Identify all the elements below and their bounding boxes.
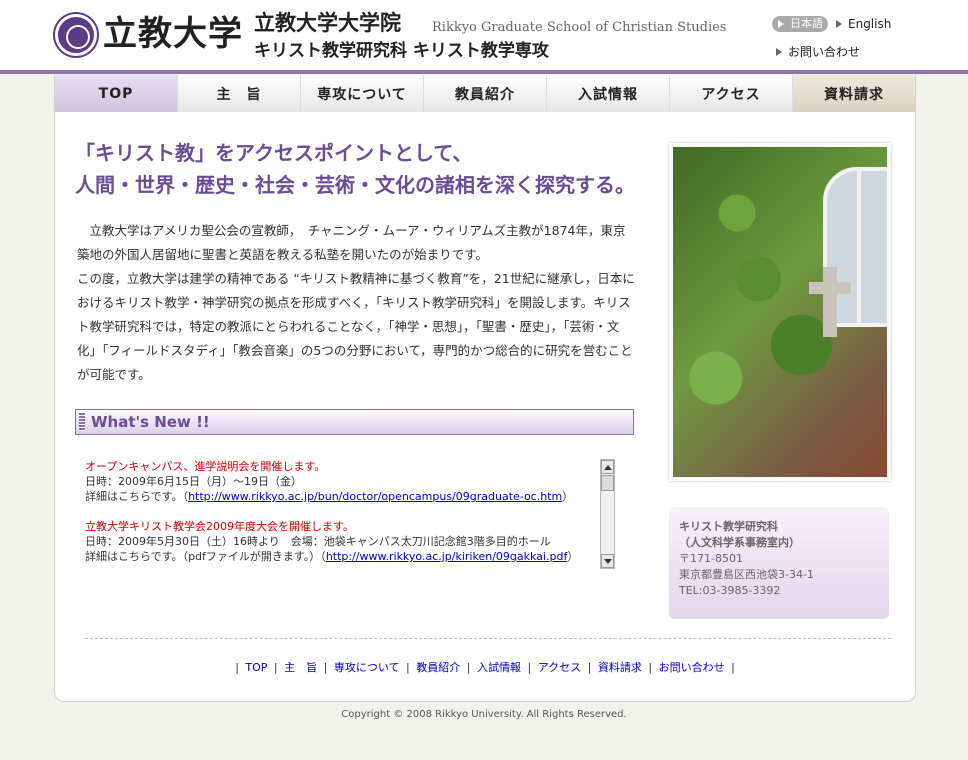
footer-link-access[interactable]: アクセス [538, 661, 581, 674]
news-list[interactable]: オープンキャンパス、進学説明会を開催します。 日時：2009年6月15日（月）～… [85, 459, 600, 569]
office-address: 東京都豊島区西池袋3-34-1 [679, 568, 814, 581]
whats-new-title: What's New !! [91, 413, 210, 431]
news-detail: 詳細はこちらです。（http://www.rikkyo.ac.jp/bun/do… [85, 489, 600, 504]
university-seal-icon[interactable] [55, 14, 97, 56]
footer-divider [85, 638, 891, 639]
news-item: オープンキャンパス、進学説明会を開催します。 日時：2009年6月15日（月）～… [85, 459, 600, 504]
contact-link[interactable]: お問い合わせ [776, 44, 860, 60]
university-name[interactable]: 立教大学 [103, 12, 243, 56]
whats-new-header: What's New !! [75, 409, 634, 435]
scroll-thumb[interactable] [601, 475, 614, 491]
nav-request-materials[interactable]: 資料請求 [792, 75, 915, 112]
footer-link-contact[interactable]: お問い合わせ [659, 661, 725, 674]
department-title: キリスト教学研究科 キリスト教学専攻 [254, 41, 549, 61]
footer-sep: | [273, 661, 278, 674]
footer-nav: | TOP | 主 旨 | 専攻について | 教員紹介 | 入試情報 | アクセ… [55, 660, 915, 676]
news-link[interactable]: http://www.rikkyo.ac.jp/kiriken/09gakkai… [326, 550, 568, 563]
news-item: 立教大学キリスト教学会2009年度大会を開催します。 日時：2009年5月30日… [85, 519, 600, 564]
nav-access[interactable]: アクセス [669, 75, 792, 112]
news-detail-prefix: 詳細はこちらです。（pdfファイルが開きます。）（ [85, 550, 326, 563]
cross-icon [823, 267, 837, 337]
news-title: オープンキャンパス、進学説明会を開催します。 [85, 460, 326, 473]
campus-photo [669, 143, 891, 481]
footer-sep: | [406, 661, 410, 674]
news-detail-suffix: ） [562, 490, 574, 503]
footer-link-about-major[interactable]: 専攻について [334, 661, 400, 674]
news-title: 立教大学キリスト教学会2009年度大会を開催します。 [85, 520, 354, 533]
site-header: 立教大学 立教大学大学院 Rikkyo Graduate School of C… [0, 0, 968, 70]
news-detail-prefix: 詳細はこちらです。（ [85, 490, 189, 503]
footer-sep: | [648, 661, 653, 674]
headline-line-1: 「キリスト教」をアクセスポイントとして、 [75, 141, 473, 165]
global-nav: TOP 主 旨 専攻について 教員紹介 入試情報 アクセス 資料請求 [55, 75, 915, 112]
grad-school-title-en: Rikkyo Graduate School of Christian Stud… [432, 20, 727, 35]
office-name: キリスト教学研究科 [679, 520, 778, 533]
news-date: 日時：2009年6月15日（月）～19日（金） [85, 475, 302, 488]
footer-sep: | [466, 661, 471, 674]
intro-paragraph-2: この度，立教大学は建学の精神である “キリスト教精神に基づく教育”を，21世紀に… [77, 271, 635, 382]
office-postal: 〒171-8501 [679, 552, 743, 565]
footer-sep: | [527, 661, 532, 674]
lang-english-link[interactable]: English [836, 16, 891, 32]
cross-icon-bar [809, 282, 851, 294]
ivy-chapel-image [673, 147, 887, 477]
page-headline: 「キリスト教」をアクセスポイントとして、 人間・世界・歴史・社会・芸術・文化の諸… [75, 137, 635, 201]
footer-sep: | [587, 661, 592, 674]
office-info-box: キリスト教学研究科 （人文科学系事務室内） 〒171-8501 東京都豊島区西池… [669, 507, 889, 619]
scroll-down-icon[interactable] [601, 554, 614, 568]
main-container: TOP 主 旨 専攻について 教員紹介 入試情報 アクセス 資料請求 「キリスト… [54, 75, 916, 702]
nav-top[interactable]: TOP [55, 75, 177, 112]
footer-link-faculty[interactable]: 教員紹介 [416, 661, 460, 674]
footer-sep: | [731, 661, 735, 674]
scroll-up-icon[interactable] [601, 460, 614, 474]
news-link[interactable]: http://www.rikkyo.ac.jp/bun/doctor/openc… [188, 490, 562, 503]
intro-text: 立教大学はアメリカ聖公会の宣教師， チャニング・ムーア・ウィリアムズ主教が187… [77, 219, 637, 387]
news-date: 日時：2009年5月30日（土）16時より 会場：池袋キャンパス太刀川記念館3階… [85, 535, 551, 548]
footer-link-request-materials[interactable]: 資料請求 [598, 661, 642, 674]
grad-school-title: 立教大学大学院 [254, 10, 401, 35]
office-sub: （人文科学系事務室内） [679, 536, 800, 549]
header-divider [0, 70, 968, 74]
news-scrollbar[interactable] [600, 459, 615, 569]
intro-paragraph-1: 立教大学はアメリカ聖公会の宣教師， チャニング・ムーア・ウィリアムズ主教が187… [77, 223, 626, 262]
news-detail: 詳細はこちらです。（pdfファイルが開きます。）（http://www.rikk… [85, 549, 600, 564]
headline-line-2: 人間・世界・歴史・社会・芸術・文化の諸相を深く探究する。 [75, 173, 635, 197]
footer-sep: | [323, 661, 328, 674]
office-tel: TEL:03-3985-3392 [679, 584, 781, 597]
nav-about-major[interactable]: 専攻について [300, 75, 423, 112]
footer-link-top[interactable]: TOP [245, 661, 267, 674]
copyright: Copyright © 2008 Rikkyo University. All … [341, 709, 627, 720]
nav-admissions[interactable]: 入試情報 [546, 75, 669, 112]
news-detail-suffix: ） [567, 550, 579, 563]
footer-link-purpose[interactable]: 主 旨 [284, 661, 317, 674]
lang-japanese-button[interactable]: 日本語 [772, 16, 828, 32]
nav-purpose[interactable]: 主 旨 [177, 75, 300, 112]
nav-faculty[interactable]: 教員紹介 [423, 75, 546, 112]
footer-link-admissions[interactable]: 入試情報 [477, 661, 521, 674]
footer-sep: | [235, 661, 239, 674]
